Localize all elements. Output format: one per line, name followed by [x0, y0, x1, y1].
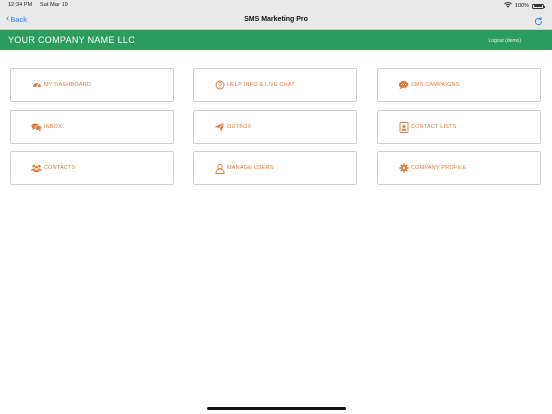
tile-label: CONTACTS — [44, 165, 76, 171]
help-circle-icon — [214, 80, 225, 91]
menu-grid: MY DASHBOARD HELP INFO & LIVE CHAT SMS C… — [0, 0, 552, 414]
my-dashboard-button[interactable]: MY DASHBOARD — [10, 68, 174, 102]
tile-label: MY DASHBOARD — [44, 82, 91, 88]
contacts-button[interactable]: CONTACTS — [10, 151, 174, 185]
company-profile-button[interactable]: COMPANY PROFILE — [377, 151, 541, 185]
home-indicator[interactable] — [207, 407, 346, 410]
contact-lists-button[interactable]: CONTACT LISTS — [377, 110, 541, 144]
chat-bubbles-icon — [31, 122, 42, 133]
outbox-button[interactable]: OUTBOX — [193, 110, 357, 144]
help-info-live-chat-button[interactable]: HELP INFO & LIVE CHAT — [193, 68, 357, 102]
tile-label: COMPANY PROFILE — [411, 165, 467, 171]
sms-campaigns-button[interactable]: SMS CAMPAIGNS — [377, 68, 541, 102]
tile-label: SMS CAMPAIGNS — [411, 82, 460, 88]
contact-card-icon — [398, 121, 409, 133]
manage-users-button[interactable]: MANAGE USERS — [193, 151, 357, 185]
chat-bubble-icon — [398, 80, 409, 91]
tile-label: CONTACT LISTS — [411, 124, 457, 130]
tile-label: INBOX — [44, 124, 63, 130]
user-outline-icon — [214, 163, 225, 174]
dashboard-gauge-icon — [31, 80, 42, 91]
inbox-button[interactable]: INBOX — [10, 110, 174, 144]
users-group-icon — [31, 163, 42, 174]
tile-label: OUTBOX — [227, 124, 252, 130]
gear-icon — [398, 163, 409, 174]
tile-label: HELP INFO & LIVE CHAT — [227, 82, 295, 88]
tile-label: MANAGE USERS — [227, 165, 274, 171]
paper-plane-icon — [214, 122, 225, 133]
